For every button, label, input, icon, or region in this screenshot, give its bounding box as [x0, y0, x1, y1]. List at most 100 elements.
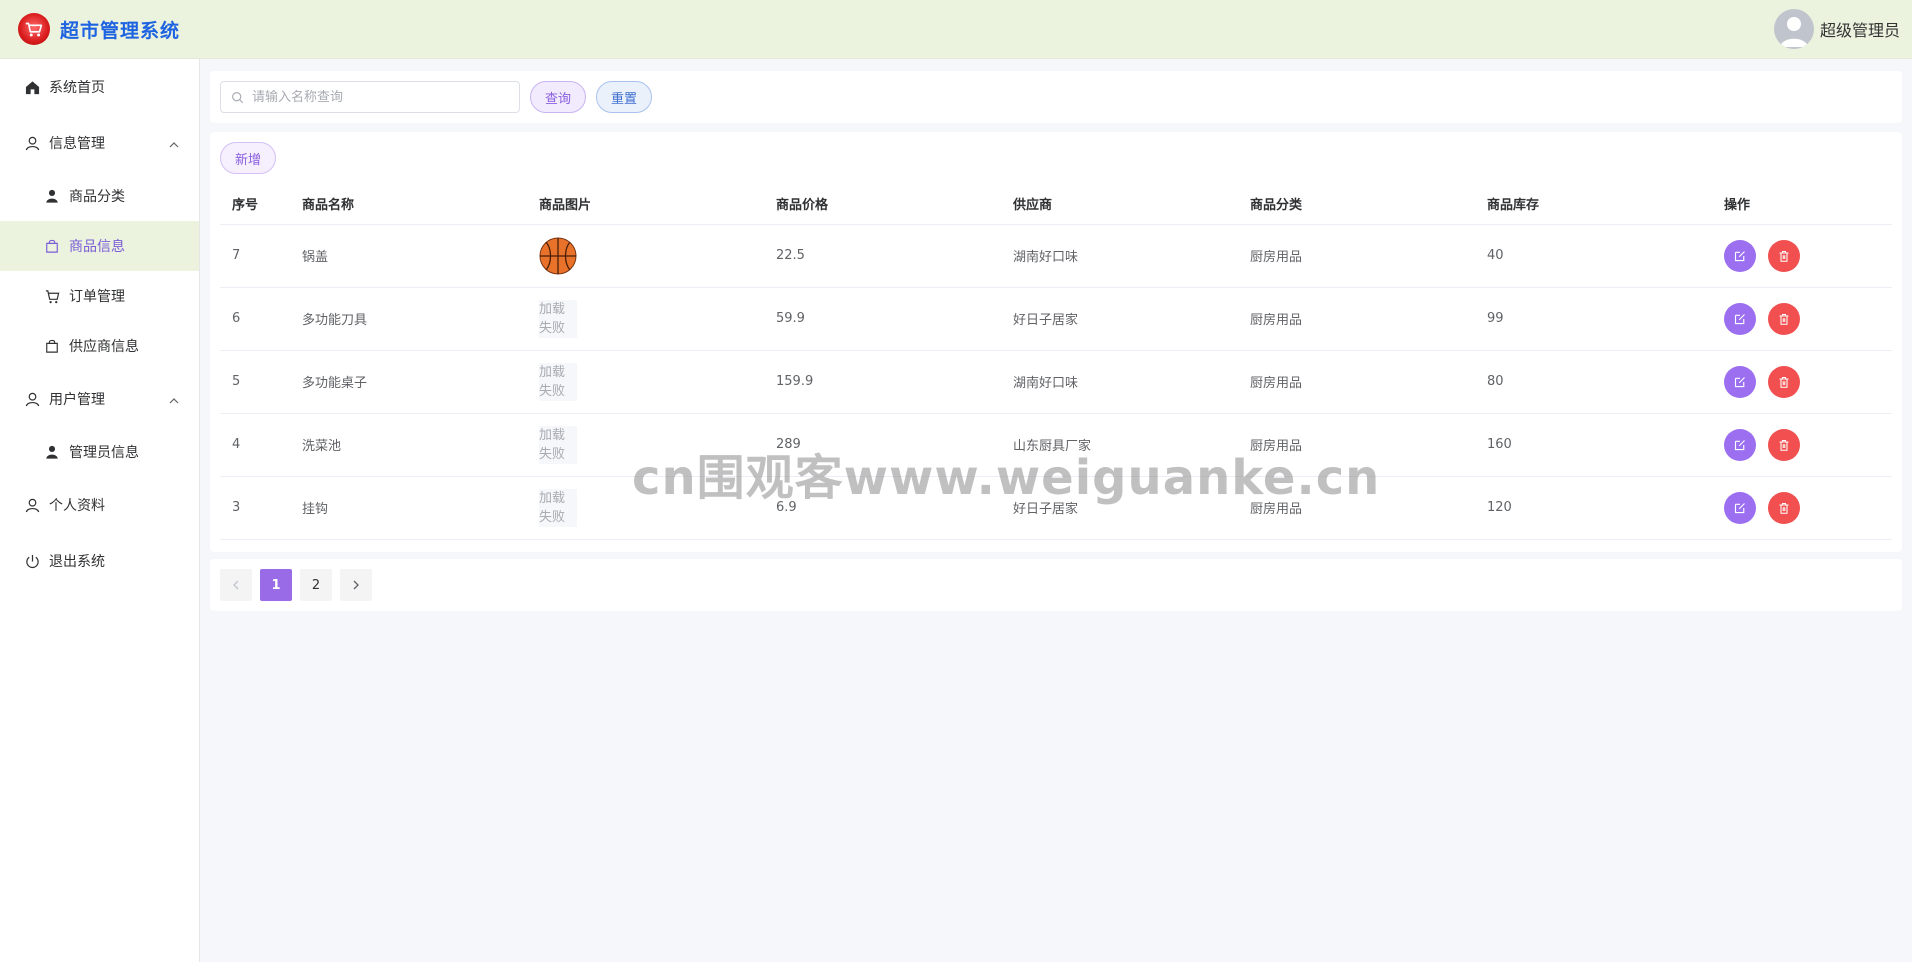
trash-icon [1779, 502, 1789, 514]
cell-supplier: 山东厨具厂家 [1001, 413, 1238, 477]
sidebar-item-goods[interactable]: 商品信息 [0, 221, 199, 271]
cell-id: 7 [220, 224, 290, 288]
column-header: 商品价格 [764, 184, 1001, 225]
power-icon [24, 553, 40, 569]
cell-name: 挂钩 [290, 476, 527, 540]
sidebar-item-category[interactable]: 商品分类 [0, 171, 199, 221]
sidebar-item-label: 商品分类 [69, 189, 125, 205]
cell-id: 6 [220, 287, 290, 351]
search-field[interactable] [220, 81, 520, 113]
sidebar-group-info[interactable]: 信息管理 [0, 115, 199, 171]
edit-button[interactable] [1724, 428, 1756, 461]
delete-button[interactable] [1768, 428, 1801, 461]
cell-stock: 120 [1475, 476, 1712, 540]
query-button[interactable]: 查询 [530, 81, 587, 113]
cell-category: 厨房用品 [1238, 287, 1475, 351]
trash-icon [1779, 313, 1789, 325]
column-header: 序号 [220, 184, 290, 225]
delete-button[interactable] [1768, 239, 1801, 272]
shopping-bag-icon [44, 238, 60, 254]
cell-name: 多功能桌子 [290, 350, 527, 414]
edit-icon [1734, 376, 1745, 387]
cell-supplier: 湖南好口味 [1001, 224, 1238, 288]
cell-id: 3 [220, 476, 290, 540]
sidebar-item-label: 供应商信息 [69, 339, 139, 355]
main-content: 查询 重置 新增 序号 商品名称 商品图片 商品价格 供应商 商品分类 商品库存… [200, 59, 1912, 962]
add-button[interactable]: 新增 [220, 142, 277, 174]
image-load-failed: 加载失败 [539, 488, 577, 527]
shopping-bag-icon [44, 338, 60, 354]
goods-table-card: 新增 序号 商品名称 商品图片 商品价格 供应商 商品分类 商品库存 操作 7 … [210, 132, 1902, 552]
sidebar-item-suppliers[interactable]: 供应商信息 [0, 321, 199, 371]
person-filled-icon [44, 444, 60, 460]
cell-name: 多功能刀具 [290, 287, 527, 351]
edit-button[interactable] [1724, 491, 1756, 524]
table-row: 4 洗菜池 加载失败 289 山东厨具厂家 厨房用品 160 [220, 413, 1892, 477]
app-title: 超市管理系统 [60, 19, 181, 42]
edit-button[interactable] [1724, 302, 1756, 335]
user-name[interactable]: 超级管理员 [1820, 17, 1900, 41]
cell-category: 厨房用品 [1238, 413, 1475, 477]
column-header: 供应商 [1001, 184, 1238, 225]
table-row: 3 挂钩 加载失败 6.9 好日子居家 厨房用品 120 [220, 476, 1892, 540]
cell-image: 加载失败 [527, 476, 764, 540]
pagination: 1 2 [210, 559, 1902, 611]
cell-category: 厨房用品 [1238, 350, 1475, 414]
sidebar-item-logout[interactable]: 退出系统 [0, 533, 199, 589]
edit-icon [1734, 250, 1745, 261]
image-load-failed: 加载失败 [539, 299, 577, 338]
top-header: 超市管理系统 超级管理员 [0, 0, 1912, 59]
search-bar: 查询 重置 [210, 71, 1902, 123]
chevron-up-icon [169, 394, 179, 410]
brand: 超市管理系统 [18, 13, 180, 45]
cell-image [527, 224, 764, 288]
next-page-button[interactable] [340, 569, 372, 601]
cell-actions [1712, 413, 1892, 477]
basketball-image[interactable] [539, 237, 577, 275]
sidebar-item-profile[interactable]: 个人资料 [0, 477, 199, 533]
delete-button[interactable] [1768, 302, 1801, 335]
table-row: 5 多功能桌子 加载失败 159.9 湖南好口味 厨房用品 80 [220, 350, 1892, 414]
search-input[interactable] [252, 89, 502, 105]
sidebar: 系统首页 信息管理 商品分类 商品信息 订单管理 供应商信息 用户管理 管理员信… [0, 59, 200, 962]
user-menu[interactable]: 超级管理员 [1773, 9, 1900, 49]
cell-price: 289 [764, 413, 1001, 477]
cell-stock: 99 [1475, 287, 1712, 351]
chevron-right-icon [353, 580, 359, 590]
page-button-2[interactable]: 2 [300, 569, 332, 601]
prev-page-button[interactable] [220, 569, 252, 601]
edit-button[interactable] [1724, 239, 1756, 272]
edit-icon [1734, 313, 1745, 324]
delete-button[interactable] [1768, 491, 1801, 524]
sidebar-item-label: 退出系统 [49, 554, 105, 570]
image-load-failed: 加载失败 [539, 425, 577, 464]
reset-button[interactable]: 重置 [596, 81, 653, 113]
table-header-row: 序号 商品名称 商品图片 商品价格 供应商 商品分类 商品库存 操作 [220, 184, 1892, 225]
page-button-1[interactable]: 1 [260, 569, 292, 601]
sidebar-item-label: 商品信息 [69, 239, 125, 255]
sidebar-item-label: 系统首页 [49, 80, 105, 96]
sidebar-item-admins[interactable]: 管理员信息 [0, 427, 199, 477]
edit-button[interactable] [1724, 365, 1756, 398]
delete-button[interactable] [1768, 365, 1801, 398]
avatar[interactable] [1773, 9, 1814, 49]
sidebar-group-label: 信息管理 [49, 136, 105, 152]
sidebar-item-home[interactable]: 系统首页 [0, 59, 199, 115]
sidebar-item-label: 订单管理 [69, 289, 125, 305]
sidebar-group-users[interactable]: 用户管理 [0, 371, 199, 427]
cell-actions [1712, 287, 1892, 351]
trash-icon [1779, 250, 1789, 262]
table-row: 6 多功能刀具 加载失败 59.9 好日子居家 厨房用品 99 [220, 287, 1892, 351]
cell-category: 厨房用品 [1238, 224, 1475, 288]
cell-price: 159.9 [764, 350, 1001, 414]
home-icon [24, 79, 40, 95]
sidebar-item-orders[interactable]: 订单管理 [0, 271, 199, 321]
chevron-up-icon [169, 138, 179, 154]
trash-icon [1779, 439, 1789, 451]
column-header: 商品库存 [1475, 184, 1712, 225]
cell-name: 洗菜池 [290, 413, 527, 477]
cell-price: 59.9 [764, 287, 1001, 351]
search-icon [232, 91, 244, 103]
column-header: 商品名称 [290, 184, 527, 225]
logo-icon [18, 13, 50, 45]
